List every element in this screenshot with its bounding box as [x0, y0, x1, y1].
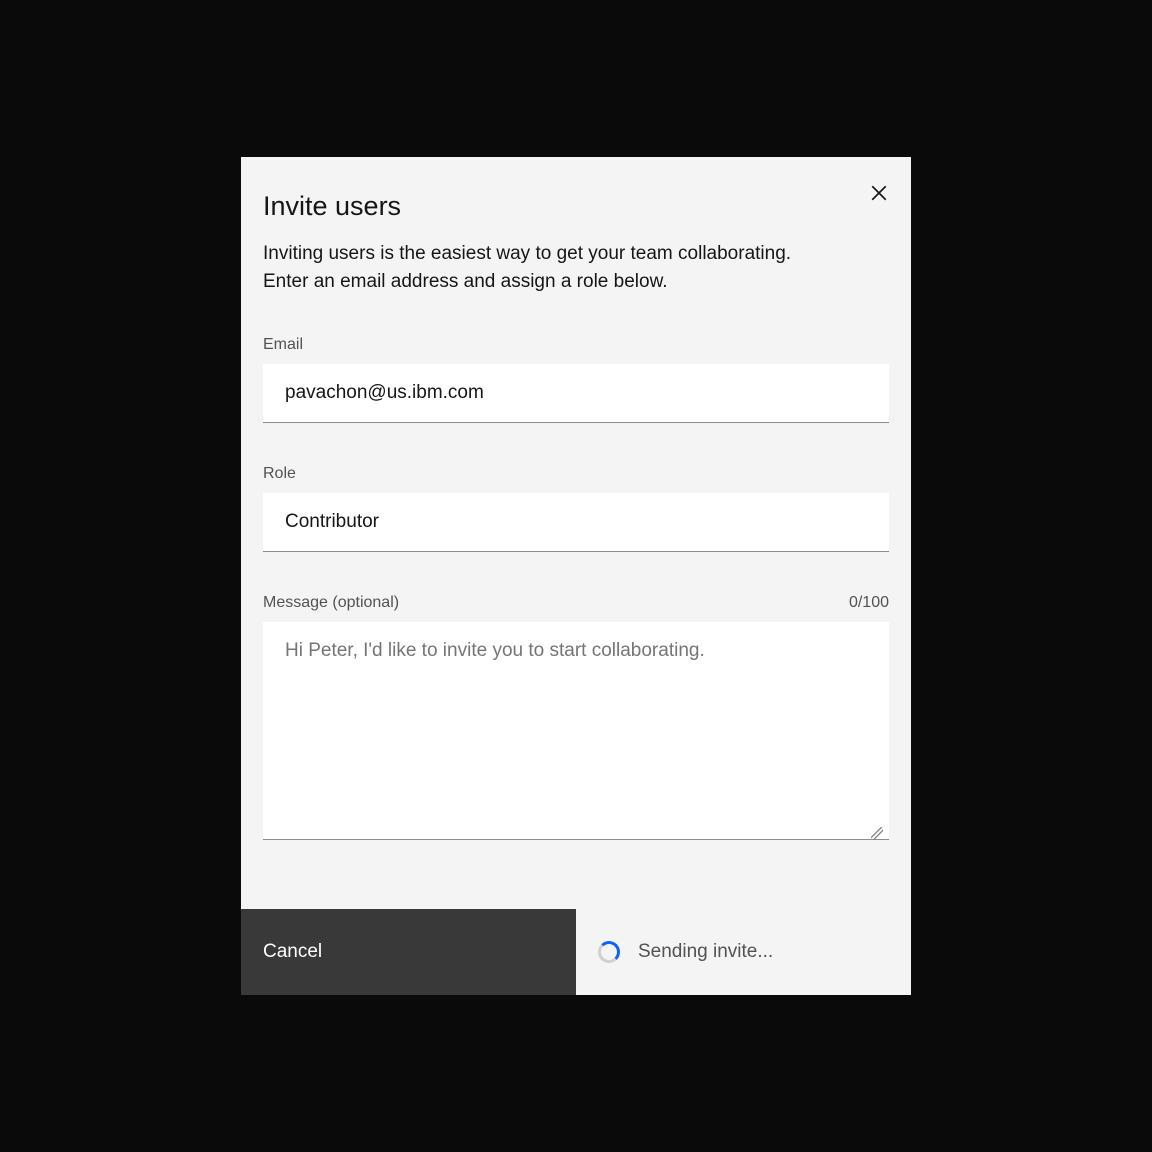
message-textarea[interactable]: [263, 622, 889, 840]
sending-status-label: Sending invite...: [638, 941, 773, 963]
sending-status-button[interactable]: Sending invite...: [576, 909, 911, 995]
modal-description: Inviting users is the easiest way to get…: [263, 240, 823, 295]
modal-body: Invite users Inviting users is the easie…: [241, 157, 911, 844]
close-icon: [870, 184, 888, 202]
role-input[interactable]: [263, 493, 889, 552]
cancel-button-label: Cancel: [263, 941, 322, 963]
email-field-group: Email: [263, 336, 889, 423]
modal-footer: Cancel Sending invite...: [241, 909, 911, 995]
message-label: Message (optional): [263, 594, 399, 612]
message-field-group: Message (optional) 0/100: [263, 594, 889, 845]
message-counter: 0/100: [849, 594, 889, 612]
role-field-group: Role: [263, 465, 889, 552]
message-textarea-wrap: [263, 622, 889, 845]
email-input[interactable]: [263, 364, 889, 423]
invite-users-modal: Invite users Inviting users is the easie…: [241, 157, 911, 994]
cancel-button[interactable]: Cancel: [241, 909, 576, 995]
modal-header: Invite users: [263, 179, 889, 240]
message-label-row: Message (optional) 0/100: [263, 594, 889, 612]
modal-title: Invite users: [263, 191, 401, 222]
close-button[interactable]: [859, 173, 899, 213]
spinner-icon: [598, 941, 620, 963]
role-label: Role: [263, 465, 889, 483]
email-label: Email: [263, 336, 889, 354]
